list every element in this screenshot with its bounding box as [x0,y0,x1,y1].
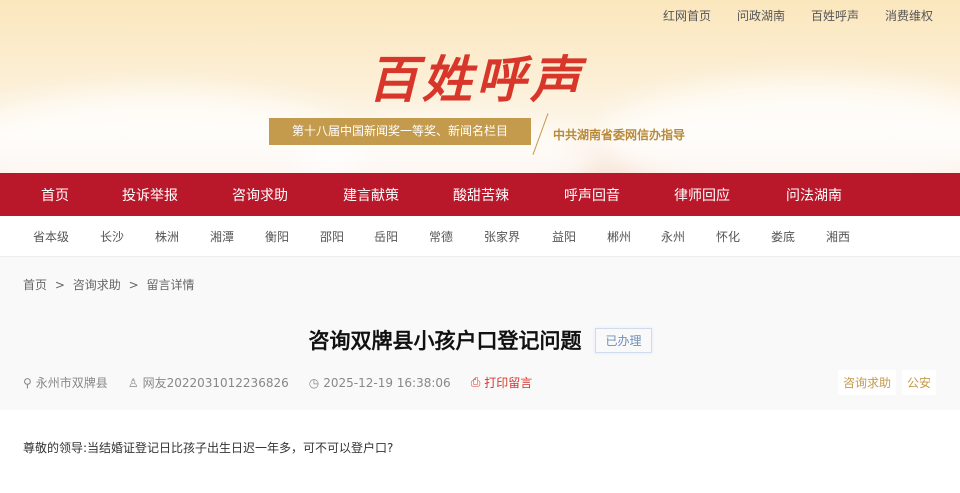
city-link[interactable]: 湘潭 [210,228,234,245]
breadcrumb-category[interactable]: 咨询求助 [73,278,121,292]
nav-item[interactable]: 呼声回音 [564,185,620,205]
breadcrumb-separator: > [54,278,65,292]
post-header: 首页 > 咨询求助 > 留言详情 咨询双牌县小孩户口登记问题 已办理 ⚲ 永州市双… [0,257,960,410]
city-link[interactable]: 省本级 [33,228,69,245]
clock-icon: ◷ [308,375,320,390]
logo[interactable]: 百姓呼声 [368,40,584,112]
user-icon: ♙ [127,375,139,390]
city-link[interactable]: 张家界 [484,228,520,245]
city-link[interactable]: 郴州 [607,228,631,245]
tags: 咨询求助 公安 [837,370,936,395]
city-link[interactable]: 株洲 [155,228,179,245]
top-link[interactable]: 红网首页 [663,7,711,24]
city-nav: 省本级 长沙 株洲 湘潭 衡阳 邵阳 岳阳 常德 张家界 益阳 郴州 永州 怀化… [0,216,960,257]
city-link[interactable]: 湘西 [826,228,850,245]
location: 永州市双牌县 [35,376,108,390]
main-nav: 首页 投诉举报 咨询求助 建言献策 酸甜苦辣 呼声回音 律师回应 问法湖南 [0,173,960,216]
city-link[interactable]: 常德 [429,228,453,245]
nav-item[interactable]: 投诉举报 [122,185,178,205]
timestamp: 2025-12-19 16:38:06 [323,375,451,390]
nav-item[interactable]: 律师回应 [674,185,730,205]
top-link[interactable]: 问政湖南 [737,7,785,24]
status-badge: 已办理 [595,327,652,353]
location-icon: ⚲ [23,375,32,390]
top-links: 红网首页 问政湖南 百姓呼声 消费维权 [663,7,933,24]
breadcrumb-separator: > [128,278,139,292]
city-link[interactable]: 益阳 [552,228,576,245]
nav-item[interactable]: 问法湖南 [786,185,842,205]
printer-icon: ⎙ [470,375,481,389]
print-label: 打印留言 [484,376,533,390]
nav-item[interactable]: 咨询求助 [232,185,288,205]
tag-category[interactable]: 咨询求助 [837,370,896,395]
award-ribbon: 第十八届中国新闻奖一等奖、新闻名栏目 [269,118,531,145]
post-meta: ⚲ 永州市双牌县 ♙ 网友2022031012236826 ◷ 2025-12-19 … [23,374,532,391]
city-link[interactable]: 娄底 [771,228,795,245]
breadcrumb-home[interactable]: 首页 [23,278,47,292]
post-content: 尊敬的领导:当结婚证登记日比孩子出生日迟一年多，可不可以登户口? [23,441,394,455]
page-title: 咨询双牌县小孩户口登记问题 [308,329,582,353]
city-link[interactable]: 怀化 [716,228,740,245]
top-link[interactable]: 消费维权 [885,7,933,24]
nav-item[interactable]: 首页 [41,185,69,205]
breadcrumb-current: 留言详情 [146,278,195,292]
header-banner: 红网首页 问政湖南 百姓呼声 消费维权 百姓呼声 第十八届中国新闻奖一等奖、新闻… [0,0,960,180]
print-button[interactable]: ⎙ 打印留言 [471,374,533,391]
city-link[interactable]: 衡阳 [265,228,289,245]
tag-department[interactable]: 公安 [901,370,936,395]
city-link[interactable]: 邵阳 [320,228,344,245]
city-link[interactable]: 岳阳 [374,228,398,245]
city-link[interactable]: 长沙 [100,228,124,245]
top-link[interactable]: 百姓呼声 [811,7,859,24]
breadcrumb: 首页 > 咨询求助 > 留言详情 [23,276,194,293]
author: 网友2022031012236826 [142,376,289,390]
nav-item[interactable]: 建言献策 [343,185,399,205]
guidance-text: 中共湖南省委网信办指导 [553,128,686,142]
title-row: 咨询双牌县小孩户口登记问题 已办理 [0,325,960,355]
nav-item[interactable]: 酸甜苦辣 [453,185,509,205]
city-link[interactable]: 永州 [661,228,685,245]
